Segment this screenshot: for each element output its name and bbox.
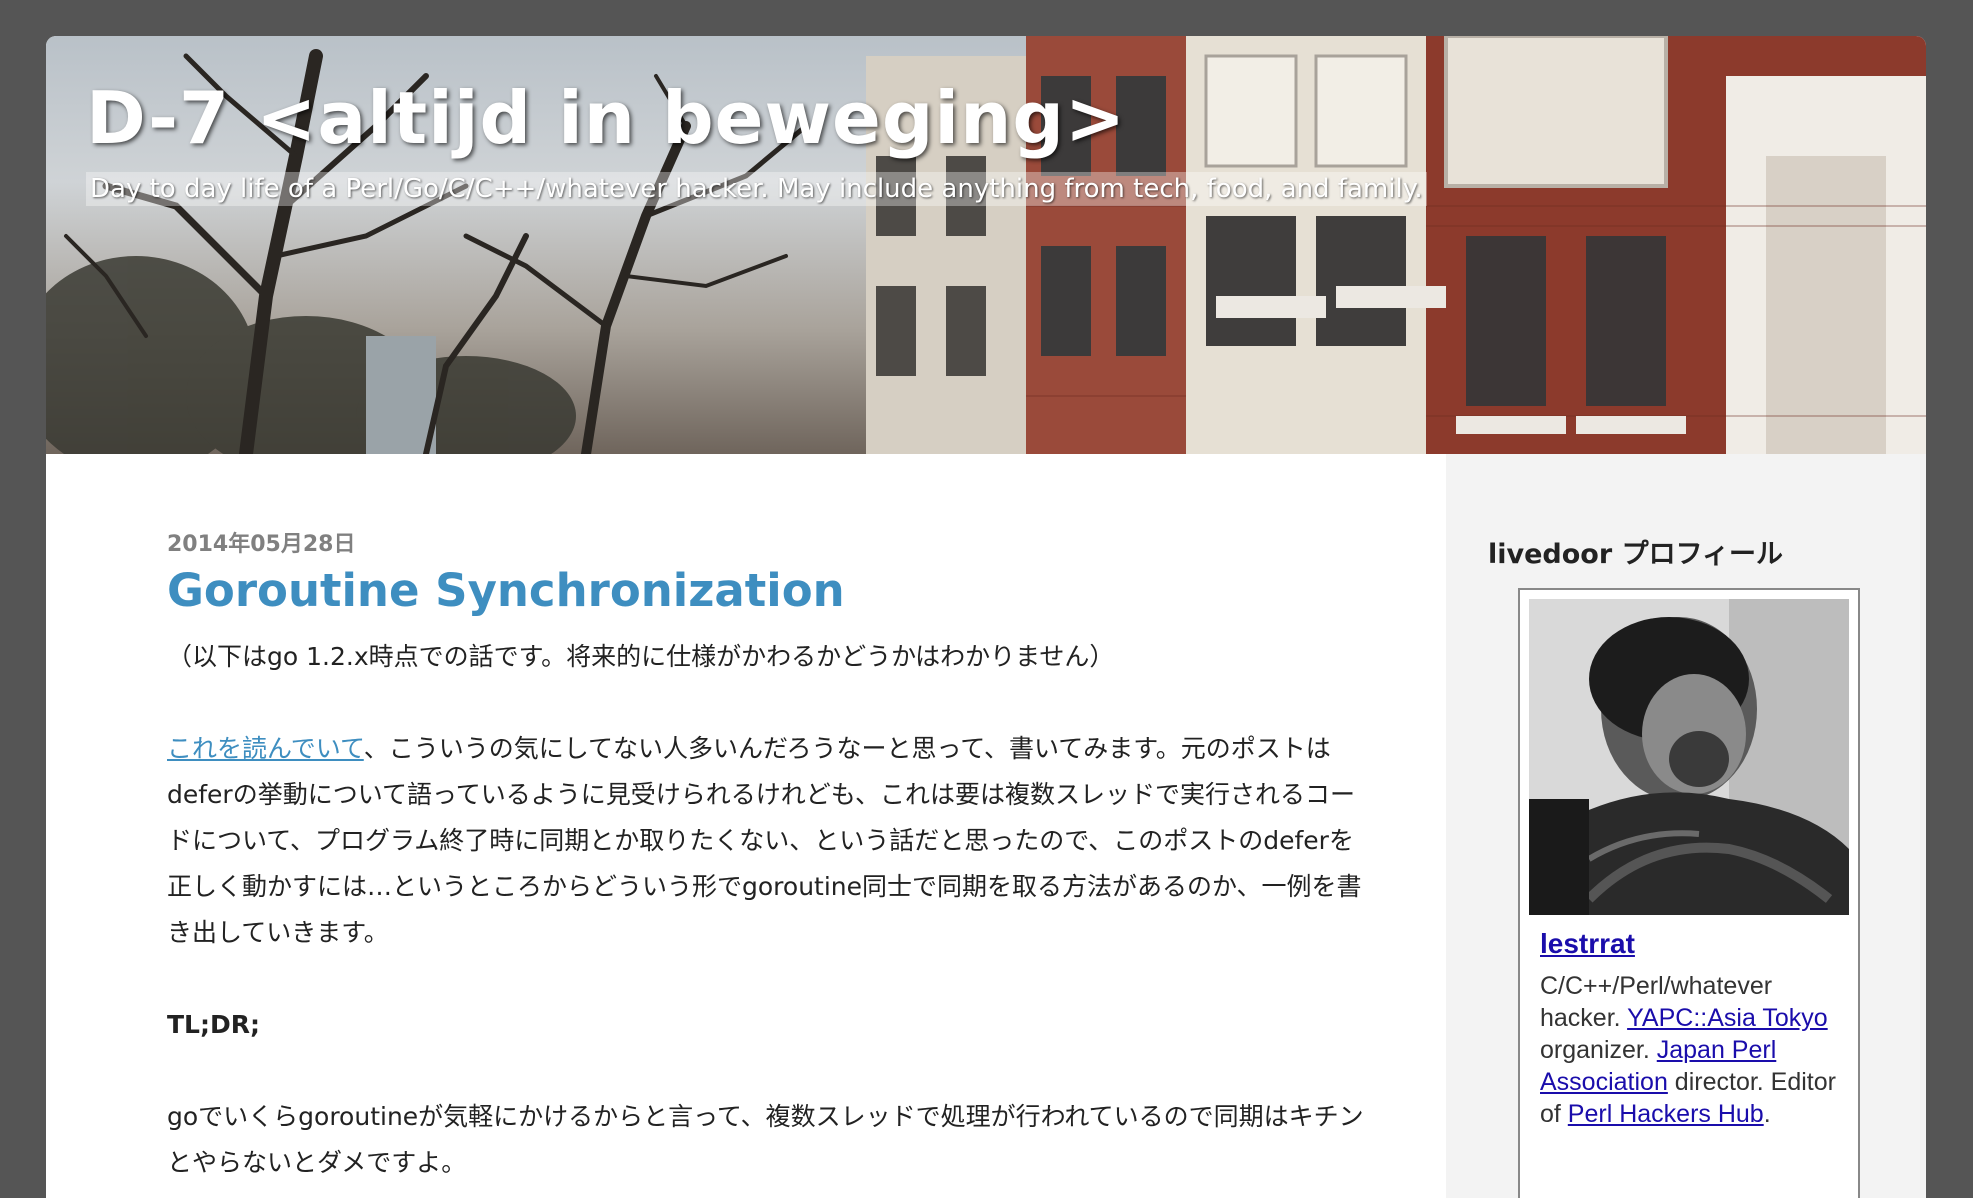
- post-tldr: TL;DR;: [167, 1010, 260, 1039]
- post-intro: （以下はgo 1.2.x時点での話です。将来的に仕様がかわるかどうかはわかりませ…: [167, 642, 1115, 671]
- bio-text: .: [1763, 1100, 1771, 1128]
- post-paragraph-1-text: 、こういうの気にしてない人多いんだろうなーと思って、書いてみます。元のポストはd…: [167, 734, 1362, 947]
- yapc-link[interactable]: YAPC::Asia Tokyo: [1627, 1004, 1828, 1032]
- main-content: 2014年05月28日 Goroutine Synchronization （以…: [46, 454, 1446, 1198]
- profile-bio: C/C++/Perl/whatever hacker. YAPC::Asia T…: [1540, 970, 1850, 1130]
- page-container: D-7 <altijd in beweging> Day to day life…: [46, 36, 1926, 1198]
- post-paragraph-2: goでいくらgoroutineが気軽にかけるからと言って、複数スレッドで処理が行…: [167, 1102, 1364, 1177]
- profile-widget-title: livedoor プロフィール: [1488, 539, 1784, 570]
- profile-name-link[interactable]: lestrrat: [1540, 928, 1635, 960]
- avatar-photo: [1529, 599, 1849, 915]
- post-body: （以下はgo 1.2.x時点での話です。将来的に仕様がかわるかどうかはわかりませ…: [167, 634, 1367, 1186]
- blog-description: Day to day life of a Perl/Go/C/C++/whate…: [86, 172, 1427, 206]
- bio-text: organizer.: [1540, 1036, 1657, 1064]
- avatar[interactable]: [1529, 599, 1849, 915]
- post-title[interactable]: Goroutine Synchronization: [167, 564, 845, 617]
- perl-hackers-hub-link[interactable]: Perl Hackers Hub: [1568, 1100, 1764, 1128]
- post-paragraph-1: これを読んでいて、こういうの気にしてない人多いんだろうなーと思って、書いてみます…: [167, 726, 1367, 956]
- profile-widget: lestrrat C/C++/Perl/whatever hacker. YAP…: [1518, 588, 1860, 1198]
- post-date: 2014年05月28日: [167, 532, 356, 557]
- blog-title[interactable]: D-7 <altijd in beweging>: [86, 76, 1126, 160]
- post-link[interactable]: これを読んでいて: [167, 734, 364, 763]
- blog-header: D-7 <altijd in beweging> Day to day life…: [46, 36, 1926, 454]
- sidebar: livedoor プロフィール lestrrat C/C++/Perl/what…: [1446, 454, 1926, 1198]
